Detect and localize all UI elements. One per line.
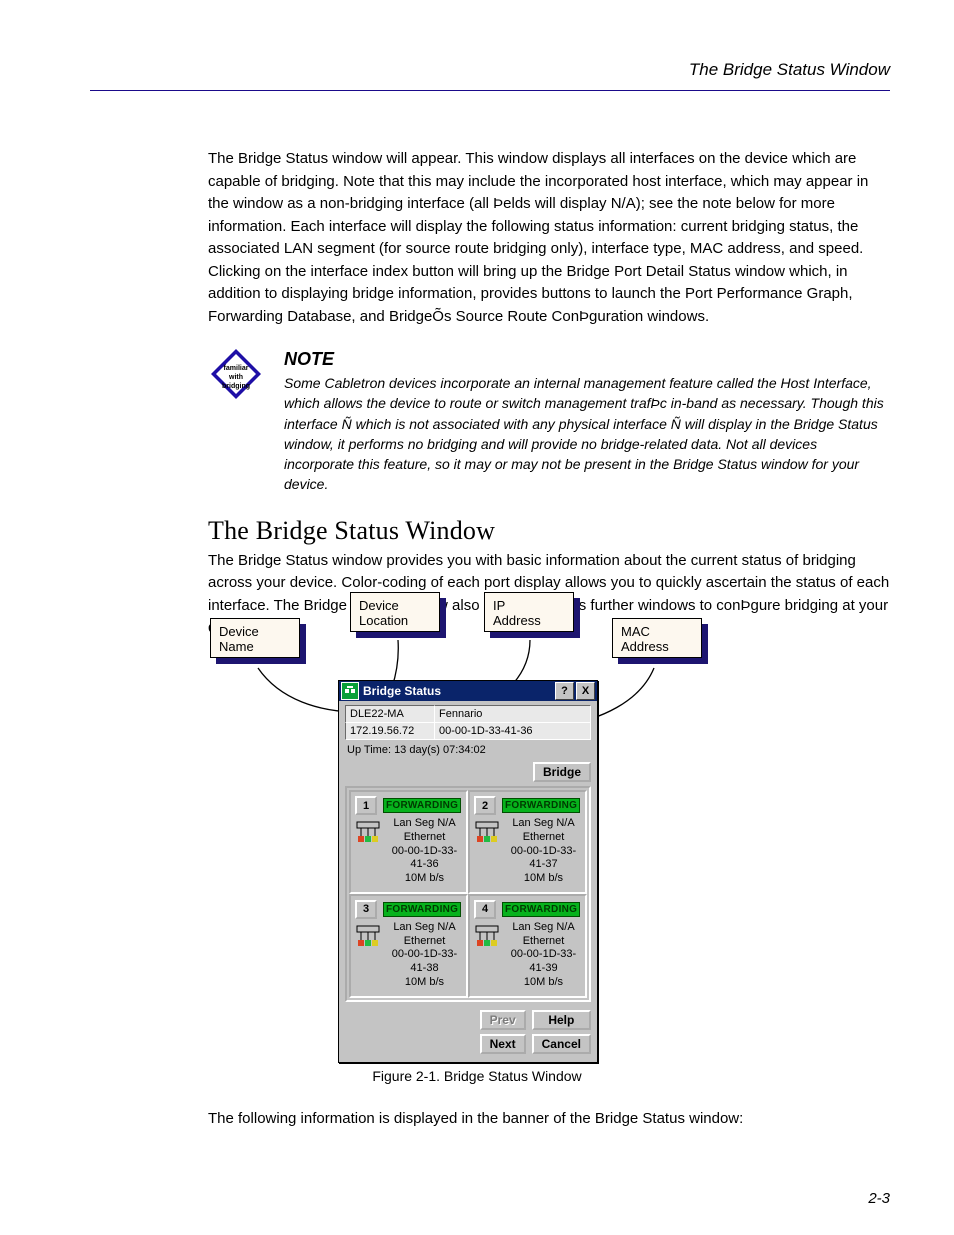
port-status-badge: FORWARDING bbox=[383, 798, 461, 813]
port-index-button[interactable]: 3 bbox=[355, 900, 377, 919]
network-icon bbox=[474, 924, 500, 990]
port-index-button[interactable]: 1 bbox=[355, 796, 377, 815]
prev-button[interactable]: Prev bbox=[480, 1010, 526, 1030]
paragraph-below-figure: The following information is displayed i… bbox=[208, 1108, 890, 1131]
titlebar-help-button[interactable]: ? bbox=[555, 682, 574, 700]
port-panel: 4 FORWARDING Lan Seg N/AEthernet00-00-1D-3… bbox=[468, 894, 587, 998]
app-icon bbox=[341, 682, 359, 700]
info-ip: 172.19.56.72 bbox=[345, 723, 435, 740]
network-icon bbox=[355, 924, 381, 990]
port-status-badge: FORWARDING bbox=[502, 902, 580, 917]
info-mac: 00-00-1D-33-41-36 bbox=[435, 723, 591, 740]
port-text: Lan Seg N/AEthernet00-00-1D-33-41-3910M … bbox=[506, 921, 581, 990]
titlebar-close-button[interactable]: X bbox=[576, 682, 595, 700]
uptime: Up Time: 13 day(s) 07:34:02 bbox=[347, 744, 591, 756]
port-panel: 3 FORWARDING Lan Seg N/AEthernet00-00-1D-3… bbox=[349, 894, 468, 998]
figure-caption: Figure 2-1. Bridge Status Window bbox=[0, 1068, 954, 1084]
port-text: Lan Seg N/AEthernet00-00-1D-33-41-3610M … bbox=[387, 817, 462, 886]
info-grid: DLE22-MA Fennario 172.19.56.72 00-00-1D-… bbox=[345, 705, 591, 740]
port-index-button[interactable]: 4 bbox=[474, 900, 496, 919]
window-title: Bridge Status bbox=[363, 684, 553, 698]
titlebar[interactable]: Bridge Status ? X bbox=[339, 681, 597, 701]
port-panel: 1 FORWARDING Lan Seg N/AEthernet00-00-1D-3… bbox=[349, 790, 468, 894]
bridge-button[interactable]: Bridge bbox=[533, 762, 591, 782]
page-number: 2-3 bbox=[868, 1190, 890, 1207]
help-button[interactable]: Help bbox=[532, 1010, 591, 1030]
cancel-button[interactable]: Cancel bbox=[532, 1034, 591, 1054]
network-icon bbox=[355, 820, 381, 886]
port-index-button[interactable]: 2 bbox=[474, 796, 496, 815]
info-location: Fennario bbox=[435, 705, 591, 723]
port-status-badge: FORWARDING bbox=[502, 798, 580, 813]
bridge-status-window: Bridge Status ? X DLE22-MA Fennario 172.… bbox=[338, 680, 598, 1063]
port-text: Lan Seg N/AEthernet00-00-1D-33-41-3810M … bbox=[387, 921, 462, 990]
next-button[interactable]: Next bbox=[480, 1034, 526, 1054]
ports-grid: 1 FORWARDING Lan Seg N/AEthernet00-00-1D-3… bbox=[345, 786, 591, 1002]
port-panel: 2 FORWARDING Lan Seg N/AEthernet00-00-1D-3… bbox=[468, 790, 587, 894]
port-status-badge: FORWARDING bbox=[383, 902, 461, 917]
port-text: Lan Seg N/AEthernet00-00-1D-33-41-3710M … bbox=[506, 817, 581, 886]
info-device-name: DLE22-MA bbox=[345, 705, 435, 723]
network-icon bbox=[474, 820, 500, 886]
